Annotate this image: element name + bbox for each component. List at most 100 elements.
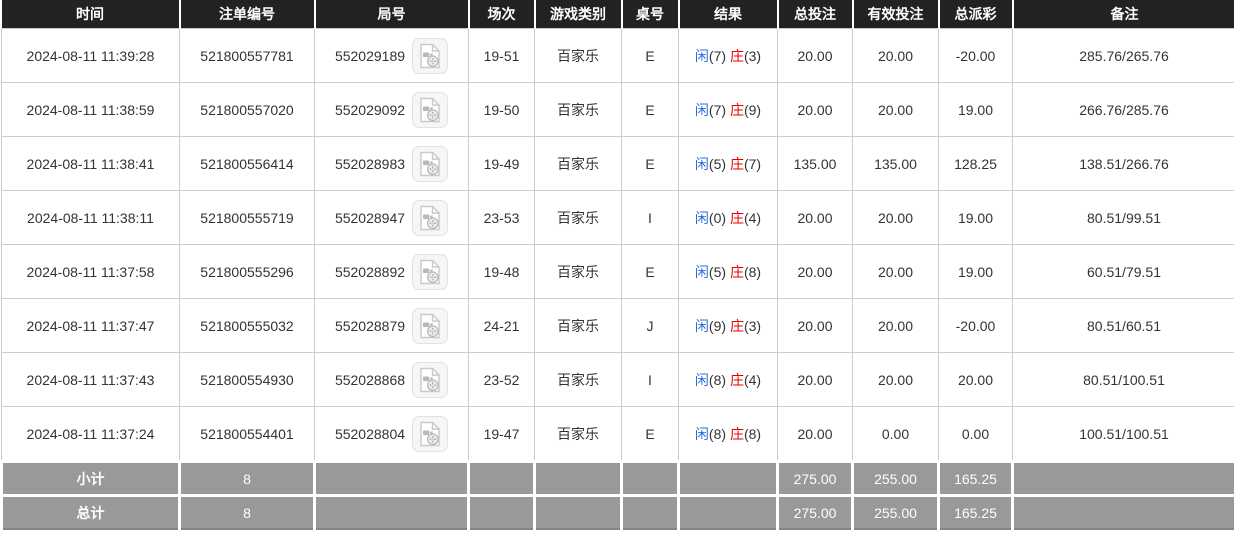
banker-result-label: 庄: [730, 426, 744, 442]
video-replay-button[interactable]: [412, 92, 448, 128]
cell-result: 闲(0) 庄(4): [679, 191, 778, 245]
cell-total-payout: -20.00: [939, 299, 1013, 353]
col-header-valid-bet: 有效投注: [853, 0, 939, 29]
col-header-result: 结果: [679, 0, 778, 29]
cell-table-no: E: [622, 83, 679, 137]
col-header-round-id: 局号: [315, 0, 469, 29]
video-file-icon: [419, 43, 441, 69]
cell-remark: 266.76/285.76: [1013, 83, 1234, 137]
banker-result-label: 庄: [730, 102, 744, 118]
col-header-bet-id: 注单编号: [180, 0, 315, 29]
cell-round-id: 552028879: [315, 299, 469, 353]
cell-result: 闲(9) 庄(3): [679, 299, 778, 353]
col-header-game-type: 游戏类别: [535, 0, 622, 29]
video-replay-button[interactable]: [412, 146, 448, 182]
bet-records-table: 时间 注单编号 局号 场次 游戏类别 桌号 结果 总投注 有效投注 总派彩 备注…: [0, 0, 1234, 530]
cell-table-no: I: [622, 353, 679, 407]
video-replay-button[interactable]: [412, 254, 448, 290]
bet-records-page: 时间 注单编号 局号 场次 游戏类别 桌号 结果 总投注 有效投注 总派彩 备注…: [0, 0, 1234, 547]
cell-game-type: 百家乐: [535, 191, 622, 245]
table-body: 2024-08-11 11:39:28 521800557781 5520291…: [2, 29, 1234, 462]
cell-table-no: E: [622, 245, 679, 299]
player-result-score: (9): [709, 318, 726, 334]
cell-time: 2024-08-11 11:38:11: [2, 191, 180, 245]
player-result-label: 闲: [695, 264, 709, 280]
banker-result-score: (3): [744, 48, 761, 64]
player-result-score: (7): [709, 102, 726, 118]
cell-total-bet: 20.00: [778, 191, 853, 245]
col-header-session: 场次: [469, 0, 535, 29]
cell-valid-bet: 20.00: [853, 299, 939, 353]
banker-result-label: 庄: [730, 156, 744, 172]
cell-session: 19-47: [469, 407, 535, 462]
subtotal-label: 小计: [2, 462, 180, 496]
cell-game-type: 百家乐: [535, 353, 622, 407]
subtotal-empty-round: [315, 462, 469, 496]
video-replay-button[interactable]: [412, 308, 448, 344]
video-replay-button[interactable]: [412, 38, 448, 74]
banker-result-score: (4): [744, 210, 761, 226]
total-count: 8: [180, 496, 315, 530]
subtotal-total-payout: 165.25: [939, 462, 1013, 496]
banker-result-label: 庄: [730, 318, 744, 334]
cell-valid-bet: 20.00: [853, 83, 939, 137]
table-row: 2024-08-11 11:37:47 521800555032 5520288…: [2, 299, 1234, 353]
col-header-table-no: 桌号: [622, 0, 679, 29]
video-file-icon: [419, 151, 441, 177]
banker-result-label: 庄: [730, 372, 744, 388]
player-result-score: (7): [709, 48, 726, 64]
video-file-icon: [419, 205, 441, 231]
cell-session: 19-50: [469, 83, 535, 137]
round-number: 552028868: [335, 372, 405, 388]
video-file-icon: [419, 367, 441, 393]
cell-time: 2024-08-11 11:39:28: [2, 29, 180, 83]
subtotal-total-bet: 275.00: [778, 462, 853, 496]
table-row: 2024-08-11 11:38:41 521800556414 5520289…: [2, 137, 1234, 191]
banker-result-score: (3): [744, 318, 761, 334]
cell-total-bet: 20.00: [778, 407, 853, 462]
round-number: 552029092: [335, 102, 405, 118]
total-total-payout: 165.25: [939, 496, 1013, 530]
col-header-total-payout: 总派彩: [939, 0, 1013, 29]
cell-table-no: E: [622, 407, 679, 462]
cell-bet-id: 521800555719: [180, 191, 315, 245]
cell-total-payout: 19.00: [939, 83, 1013, 137]
banker-result-score: (4): [744, 372, 761, 388]
subtotal-count: 8: [180, 462, 315, 496]
subtotal-empty-result: [679, 462, 778, 496]
banker-result-score: (8): [744, 426, 761, 442]
cell-game-type: 百家乐: [535, 245, 622, 299]
cell-total-bet: 20.00: [778, 83, 853, 137]
video-file-icon: [419, 259, 441, 285]
video-file-icon: [419, 313, 441, 339]
cell-round-id: 552028947: [315, 191, 469, 245]
round-number: 552028892: [335, 264, 405, 280]
subtotal-empty-session: [469, 462, 535, 496]
cell-time: 2024-08-11 11:37:47: [2, 299, 180, 353]
total-empty-session: [469, 496, 535, 530]
cell-table-no: E: [622, 29, 679, 83]
cell-bet-id: 521800556414: [180, 137, 315, 191]
cell-total-payout: 0.00: [939, 407, 1013, 462]
cell-round-id: 552028868: [315, 353, 469, 407]
video-replay-button[interactable]: [412, 200, 448, 236]
banker-result-label: 庄: [730, 210, 744, 226]
cell-round-id: 552029189: [315, 29, 469, 83]
cell-total-payout: 19.00: [939, 191, 1013, 245]
cell-session: 23-53: [469, 191, 535, 245]
cell-remark: 80.51/100.51: [1013, 353, 1234, 407]
cell-round-id: 552028983: [315, 137, 469, 191]
total-empty-game-type: [535, 496, 622, 530]
video-replay-button[interactable]: [412, 416, 448, 452]
banker-result-score: (9): [744, 102, 761, 118]
table-row: 2024-08-11 11:38:11 521800555719 5520289…: [2, 191, 1234, 245]
video-replay-button[interactable]: [412, 362, 448, 398]
cell-result: 闲(8) 庄(4): [679, 353, 778, 407]
cell-session: 19-48: [469, 245, 535, 299]
total-row: 总计 8 275.00 255.00 165.25: [2, 496, 1234, 530]
cell-total-bet: 20.00: [778, 29, 853, 83]
cell-total-payout: -20.00: [939, 29, 1013, 83]
cell-time: 2024-08-11 11:37:43: [2, 353, 180, 407]
cell-round-id: 552029092: [315, 83, 469, 137]
cell-table-no: E: [622, 137, 679, 191]
